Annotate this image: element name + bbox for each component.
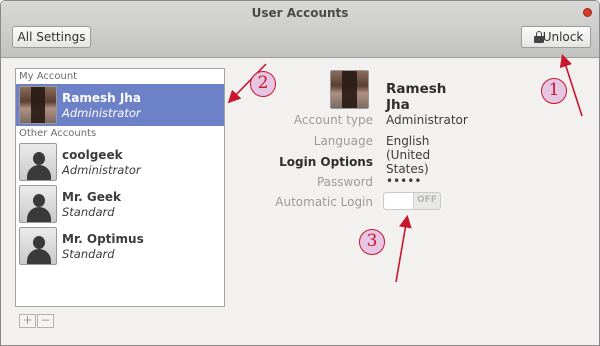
account-name: Ramesh Jha [62,91,141,105]
language-label: Language [313,134,373,148]
person-icon [19,185,57,223]
automatic-login-switch[interactable]: OFF [383,192,441,210]
my-account-heading: My Account [19,71,78,82]
account-name: coolgeek [62,148,123,162]
unlock-button[interactable]: Unlock [521,26,591,48]
user-accounts-window: User Accounts All Settings Unlock My Acc… [0,0,600,346]
close-icon[interactable] [583,8,592,17]
automatic-login-label: Automatic Login [275,195,373,209]
add-account-button[interactable]: + [19,314,36,328]
account-type: Administrator [62,106,141,120]
person-icon [19,143,57,181]
account-row-mr-optimus[interactable]: Mr. Optimus Standard [16,225,224,267]
annotation-callout-1: 1 [541,78,567,104]
account-full-name[interactable]: Ramesh Jha [386,81,446,113]
account-type-value[interactable]: Administrator [386,113,468,127]
switch-knob [384,193,414,209]
annotation-callout-3: 3 [359,229,385,255]
password-value[interactable]: ••••• [386,174,421,188]
user-photo [19,86,57,124]
window-title: User Accounts [251,6,349,20]
account-name: Mr. Geek [62,190,121,204]
lock-icon [534,31,544,43]
user-photo-large[interactable] [330,70,369,109]
account-type-label: Account type [293,113,373,127]
switch-state-label: OFF [417,195,437,205]
all-settings-button[interactable]: All Settings [12,26,91,48]
account-type: Administrator [62,163,141,177]
annotation-callout-2: 2 [250,71,276,97]
login-options-heading: Login Options [279,155,373,169]
password-label: Password [316,175,373,189]
add-remove-controls: + − [19,314,55,328]
account-type: Standard [62,205,115,219]
header-bar: User Accounts All Settings Unlock [1,1,599,58]
account-name: Mr. Optimus [62,232,144,246]
language-value[interactable]: English (United States) [386,134,430,176]
remove-account-button[interactable]: − [37,314,54,328]
unlock-label: Unlock [542,30,584,44]
person-icon [19,227,57,265]
account-type: Standard [62,247,115,261]
